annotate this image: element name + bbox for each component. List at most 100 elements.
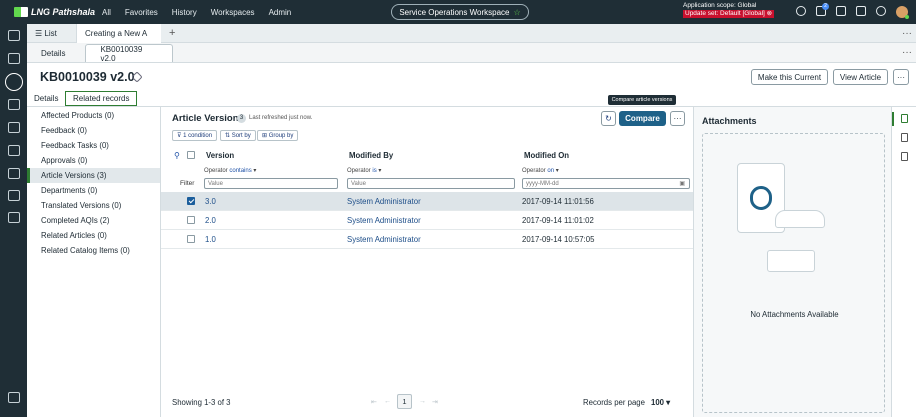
knowledge-icon[interactable]	[8, 190, 20, 201]
related-item[interactable]: Approvals (0)	[27, 153, 160, 168]
row-checkbox[interactable]	[187, 197, 195, 205]
attachment-dropzone[interactable]: No Attachments Available	[702, 133, 885, 413]
application-scope[interactable]: Application scope: Global Update set: De…	[683, 2, 775, 18]
modified-by-cell[interactable]: System Administrator	[347, 197, 421, 206]
menu-history[interactable]: History	[172, 8, 197, 17]
table-row[interactable]: 1.0 System Administrator 2017-09-14 10:5…	[161, 230, 693, 249]
table-row[interactable]: 2.0 System Administrator 2017-09-14 11:0…	[161, 211, 693, 230]
logo[interactable]: LNG Pathshala	[14, 7, 96, 17]
prev-page-icon[interactable]: ←	[384, 398, 391, 405]
refresh-icon: ↻	[605, 114, 612, 123]
make-current-button[interactable]: Make this Current	[751, 69, 828, 85]
grid-icon[interactable]	[8, 145, 20, 156]
tab-list[interactable]: ☰ List	[27, 23, 77, 43]
modified-by-cell[interactable]: System Administrator	[347, 235, 421, 244]
related-item-active[interactable]: Article Versions (3)	[27, 168, 160, 183]
menu-workspaces[interactable]: Workspaces	[211, 8, 255, 17]
tab-details[interactable]: Details	[34, 91, 58, 106]
pin-icon[interactable]: ⚲	[174, 151, 180, 160]
avatar[interactable]	[896, 6, 909, 19]
menu-all[interactable]: All	[102, 8, 111, 17]
compare-button[interactable]: Compare	[619, 111, 666, 126]
app-icon[interactable]	[856, 6, 866, 16]
inbox-icon[interactable]	[8, 53, 20, 64]
condition-chip[interactable]: ⊽ 1 condition	[172, 130, 218, 141]
notes-icon[interactable]	[901, 152, 908, 161]
version-filter-input[interactable]: Value	[204, 178, 338, 189]
reports-icon[interactable]	[8, 212, 20, 223]
tab-creating-new[interactable]: Creating a New A	[77, 23, 161, 43]
count-badge: 3	[237, 114, 246, 123]
sort-chip[interactable]: ⇅ Sort by	[220, 130, 256, 141]
scope-text: Application scope: Global	[683, 2, 757, 9]
related-item[interactable]: Departments (0)	[27, 183, 160, 198]
star-icon[interactable]: ☆	[513, 8, 520, 17]
view-article-button[interactable]: View Article	[833, 69, 888, 85]
related-item[interactable]: Affected Products (0)	[27, 108, 160, 123]
related-list-panel: Affected Products (0) Feedback (0) Feedb…	[27, 106, 161, 417]
menu-favorites[interactable]: Favorites	[125, 8, 158, 17]
modified-by-cell[interactable]: System Administrator	[347, 216, 421, 225]
select-all-checkbox[interactable]	[187, 151, 195, 159]
sort-icon: ⇅	[225, 133, 232, 139]
first-page-icon[interactable]: ⇤	[371, 398, 377, 406]
settings-icon[interactable]	[8, 392, 20, 403]
related-item[interactable]: Related Catalog Items (0)	[27, 243, 160, 258]
group-chip[interactable]: ⊞ Group by	[257, 130, 299, 141]
bell-icon[interactable]	[876, 6, 886, 16]
list-icon[interactable]	[5, 73, 23, 91]
version-cell[interactable]: 2.0	[205, 216, 216, 225]
subtab-details[interactable]: Details	[27, 44, 79, 62]
operator-modified-on[interactable]: Operator on ▾	[522, 167, 559, 174]
next-page-icon[interactable]: →	[419, 398, 426, 405]
related-item[interactable]: Feedback (0)	[27, 123, 160, 138]
column-version[interactable]: Version	[206, 151, 234, 160]
modified-on-filter-input[interactable]: yyyy-MM-dd ▣	[522, 178, 690, 189]
column-modified-by[interactable]: Modified By	[349, 151, 393, 160]
update-set-badge[interactable]: Update set: Default [Global] ⊗	[683, 10, 775, 18]
related-item[interactable]: Related Articles (0)	[27, 228, 160, 243]
modified-by-filter-input[interactable]: Value	[347, 178, 515, 189]
header-icons: 2	[796, 3, 909, 19]
left-rail	[0, 24, 27, 417]
version-cell[interactable]: 3.0	[205, 197, 216, 206]
home-icon[interactable]	[8, 30, 20, 41]
globe-icon[interactable]	[796, 6, 806, 16]
calendar-icon[interactable]: ▣	[679, 180, 685, 187]
help-icon[interactable]	[836, 6, 846, 16]
workspace-selector[interactable]: Service Operations Workspace ☆	[391, 4, 529, 20]
version-cell[interactable]: 1.0	[205, 235, 216, 244]
refresh-button[interactable]: ↻	[601, 111, 616, 126]
menu-admin[interactable]: Admin	[269, 8, 292, 17]
subtab-record[interactable]: KB0010039 v2.0	[85, 44, 174, 63]
chat-icon[interactable]: 2	[816, 3, 829, 16]
records-per-page-select[interactable]: 100 ▾	[651, 398, 670, 407]
page-number[interactable]: 1	[397, 394, 412, 409]
notification-badge: 2	[822, 3, 829, 10]
row-checkbox[interactable]	[187, 235, 195, 243]
column-modified-on[interactable]: Modified On	[524, 151, 569, 160]
tab-related-records[interactable]: Related records	[65, 91, 138, 106]
activity-icon[interactable]	[8, 168, 20, 179]
subtabs-more-button[interactable]: ···	[902, 47, 912, 58]
operator-version[interactable]: Operator contains ▾	[204, 167, 256, 174]
add-tab-button[interactable]: +	[161, 24, 179, 43]
record-subtabs: Details KB0010039 v2.0 ···	[27, 43, 916, 63]
records-per-page-label: Records per page	[583, 398, 645, 407]
related-item[interactable]: Completed AQIs (2)	[27, 213, 160, 228]
record-more-button[interactable]: ···	[893, 69, 909, 85]
operator-modified-by[interactable]: Operator is ▾	[347, 167, 381, 174]
refresh-status: Last refreshed just now.	[249, 115, 313, 121]
tabs-more-button[interactable]: ···	[902, 28, 912, 39]
attachment-icon[interactable]	[901, 114, 908, 123]
related-item[interactable]: Translated Versions (0)	[27, 198, 160, 213]
users-icon[interactable]	[8, 99, 20, 110]
document-icon[interactable]	[901, 133, 908, 142]
table-row[interactable]: 3.0 System Administrator 2017-09-14 11:0…	[161, 192, 693, 211]
calendar-icon[interactable]	[8, 122, 20, 133]
close-icon[interactable]: ⊗	[767, 10, 772, 17]
last-page-icon[interactable]: ⇥	[432, 398, 438, 406]
list-more-button[interactable]: ···	[670, 111, 685, 126]
row-checkbox[interactable]	[187, 216, 195, 224]
related-item[interactable]: Feedback Tasks (0)	[27, 138, 160, 153]
